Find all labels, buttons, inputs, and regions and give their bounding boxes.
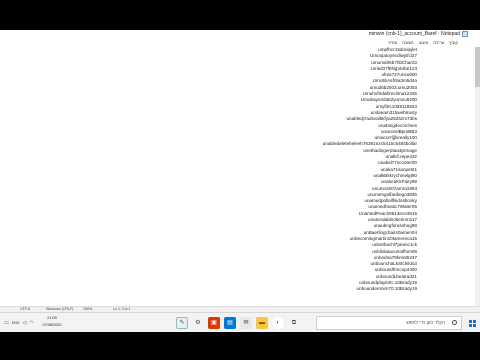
letterbox-top xyxy=(0,0,480,30)
text-line: unabledeleteheleeh78391e2c5415c5484bolla… xyxy=(322,141,417,147)
taskbar: ▭ ENG ◁ ◠ 21:09 07/08/2020 ✎ ⚙ ▣ ▤ ✉ ▬ ◐… xyxy=(0,312,480,332)
menu-help[interactable]: עזרה xyxy=(388,39,397,47)
mail-app-icon[interactable]: ✉ xyxy=(240,317,252,329)
pinned-apps: ✎ ⚙ ▣ ▤ ✉ ▬ ◐ ⧉ xyxy=(176,316,300,330)
task-view-icon[interactable]: ⧉ xyxy=(288,317,300,329)
notepad-window: minwin (cnb-1)_account_Baref - Notepad ק… xyxy=(0,30,480,312)
windows-logo-icon xyxy=(468,319,476,327)
search-bar[interactable]: הקלד כאן כדי לחפש xyxy=(316,316,462,330)
volume-icon[interactable]: ◁ xyxy=(23,320,27,326)
edge-browser-icon[interactable]: ◐ xyxy=(272,317,284,329)
menu-file[interactable]: קובץ xyxy=(449,39,458,47)
notification-icon[interactable]: ▭ xyxy=(4,320,9,326)
menu-view[interactable]: תצוגה xyxy=(402,39,413,47)
store-app-icon[interactable]: ▤ xyxy=(224,317,236,329)
office-app-icon[interactable]: ▣ xyxy=(208,317,220,329)
settings-app-icon[interactable]: ⚙ xyxy=(192,317,204,329)
clock[interactable]: 21:09 07/08/2020 xyxy=(40,315,64,329)
keyboard-language[interactable]: ENG xyxy=(12,320,20,326)
scrollbar-thumb[interactable] xyxy=(475,47,480,87)
video-frame: minwin (cnb-1)_account_Baref - Notepad ק… xyxy=(0,0,480,360)
text-line: unbounderonim70.10Brady19 xyxy=(356,286,417,292)
clock-date: 07/08/2020 xyxy=(42,323,62,327)
system-tray: ▭ ENG ◁ ◠ xyxy=(4,314,34,332)
clock-time: 21:09 xyxy=(47,316,57,320)
search-icon xyxy=(452,320,457,325)
file-explorer-icon[interactable]: ▬ xyxy=(256,317,268,329)
menu-format[interactable]: עיצוב xyxy=(419,39,429,47)
letterbox-bottom xyxy=(0,332,480,360)
text-editor[interactable]: umpfhcr15dooipjlet Umoopaoyecdiwjsfcl27 um… xyxy=(0,47,480,306)
notepad-app-icon[interactable]: ✎ xyxy=(176,317,188,329)
search-placeholder: הקלד כאן כדי לחפש xyxy=(406,320,445,325)
vertical-scrollbar[interactable] xyxy=(475,47,480,306)
title-bar: minwin (cnb-1)_account_Baref - Notepad xyxy=(0,30,480,39)
wifi-icon[interactable]: ◠ xyxy=(29,320,33,326)
window-title: minwin (cnb-1)_account_Baref - Notepad xyxy=(368,31,460,37)
start-button[interactable] xyxy=(466,316,478,330)
menu-bar: קובץ עריכה עיצוב תצוגה עזרה xyxy=(0,39,480,47)
menu-edit[interactable]: עריכה xyxy=(433,39,444,47)
notepad-icon xyxy=(462,31,468,37)
text-lines: umpfhcr15dooipjlet Umoopaoyecdiwjsfcl27 um… xyxy=(323,47,417,293)
